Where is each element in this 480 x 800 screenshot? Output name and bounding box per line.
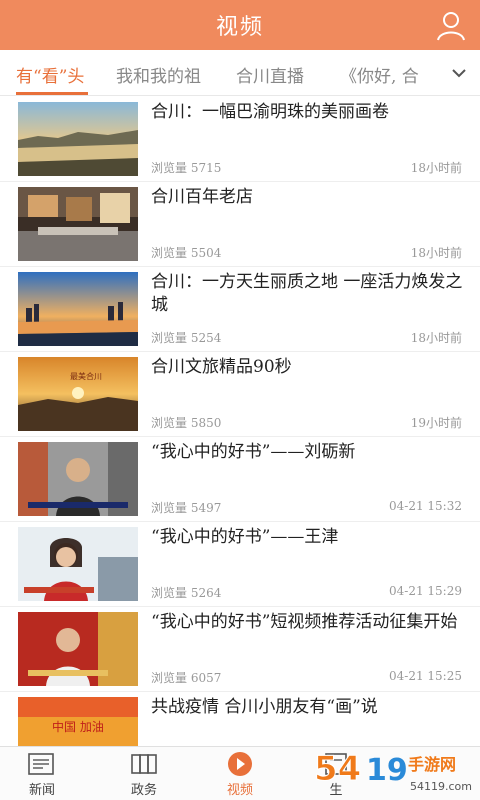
- svg-text:54: 54: [314, 749, 361, 789]
- list-item[interactable]: “我心中的好书”——刘砺新 浏览量 5497 04-21 15:32: [0, 437, 480, 522]
- item-title: 合川百年老店: [151, 187, 253, 207]
- timestamp: 18小时前: [410, 331, 462, 345]
- thumbnail-caption: 最美合川: [70, 371, 102, 381]
- list-item[interactable]: “我心中的好书”短视频推荐活动征集开始 浏览量 6057 04-21 15:25: [0, 607, 480, 692]
- timestamp: 04-21 15:25: [389, 669, 462, 683]
- svg-text:54119.com: 54119.com: [410, 780, 472, 793]
- svg-text:手游网: 手游网: [408, 755, 456, 774]
- category-tabs: 有“看”头 我和我的祖 合川直播 《你好, 合: [0, 50, 480, 96]
- svg-text:19: 19: [366, 753, 408, 788]
- tab-youkantou[interactable]: 有“看”头: [16, 62, 84, 87]
- user-icon[interactable]: [434, 8, 468, 42]
- list-item[interactable]: 合川百年老店 浏览量 5504 18小时前: [0, 182, 480, 267]
- timestamp: 04-21 15:29: [389, 584, 462, 598]
- list-item[interactable]: 合川：一方天生丽质之地 一座活力焕发之城 浏览量 5254 18小时前: [0, 267, 480, 352]
- item-title: 合川：一幅巴渝明珠的美丽画卷: [151, 102, 389, 122]
- site-watermark-logo: 54 19 手游网 54119.com: [314, 749, 472, 794]
- chevron-down-icon[interactable]: [450, 64, 468, 82]
- thumbnail-caption: 中国 加油: [52, 719, 104, 734]
- list-item[interactable]: 合川：一幅巴渝明珠的美丽画卷 浏览量 5715 18小时前: [0, 97, 480, 182]
- app-header: 视频: [0, 0, 480, 50]
- view-count: 浏览量 5850: [151, 416, 222, 430]
- play-icon: [228, 752, 252, 776]
- view-count: 浏览量 5254: [151, 331, 222, 345]
- video-thumbnail[interactable]: [18, 187, 138, 261]
- video-thumbnail[interactable]: [18, 272, 138, 346]
- video-thumbnail[interactable]: [18, 612, 138, 686]
- video-thumbnail[interactable]: [18, 527, 138, 601]
- active-tab-indicator: [16, 92, 88, 95]
- item-title: “我心中的好书”——刘砺新: [151, 442, 356, 462]
- video-thumbnail[interactable]: [18, 442, 138, 516]
- view-count: 浏览量 5264: [151, 586, 222, 600]
- view-count: 浏览量 5715: [151, 161, 222, 175]
- item-title: “我心中的好书”——王津: [151, 527, 339, 547]
- nav-label: 新闻: [28, 783, 55, 798]
- nav-video[interactable]: 视频: [210, 751, 270, 798]
- view-count: 浏览量 5497: [151, 501, 222, 515]
- government-icon: [131, 754, 157, 774]
- list-item[interactable]: “我心中的好书”——王津 浏览量 5264 04-21 15:29: [0, 522, 480, 607]
- item-title: 合川文旅精品90秒: [151, 357, 292, 377]
- timestamp: 18小时前: [410, 161, 462, 175]
- item-title: “我心中的好书”短视频推荐活动征集开始: [151, 612, 458, 632]
- list-item[interactable]: 最美合川 合川文旅精品90秒 浏览量 5850 19小时前: [0, 352, 480, 437]
- page-title: 视频: [215, 15, 264, 40]
- newspaper-icon: [28, 753, 54, 775]
- tab-wohewodezu[interactable]: 我和我的祖: [116, 62, 201, 87]
- video-thumbnail[interactable]: [18, 102, 138, 176]
- item-title: 合川：一方天生丽质之地 一座活力焕发之城: [151, 272, 463, 315]
- nav-label: 政务: [130, 783, 157, 798]
- item-title: 共战疫情 合川小朋友有“画”说: [151, 697, 378, 717]
- timestamp: 18小时前: [410, 246, 462, 260]
- tab-nihao-hechuan[interactable]: 《你好, 合: [340, 62, 419, 87]
- timestamp: 04-21 15:32: [389, 499, 462, 513]
- tab-hechuan-live[interactable]: 合川直播: [236, 62, 304, 87]
- nav-government[interactable]: 政务: [114, 751, 174, 798]
- nav-label: 视频: [226, 783, 253, 798]
- nav-news[interactable]: 新闻: [12, 751, 72, 798]
- video-list: 合川：一幅巴渝明珠的美丽画卷 浏览量 5715 18小时前 合川百年老店 浏览量…: [0, 97, 480, 777]
- timestamp: 19小时前: [410, 416, 462, 430]
- view-count: 浏览量 6057: [151, 671, 222, 685]
- view-count: 浏览量 5504: [151, 246, 222, 260]
- video-thumbnail[interactable]: 最美合川: [18, 357, 138, 431]
